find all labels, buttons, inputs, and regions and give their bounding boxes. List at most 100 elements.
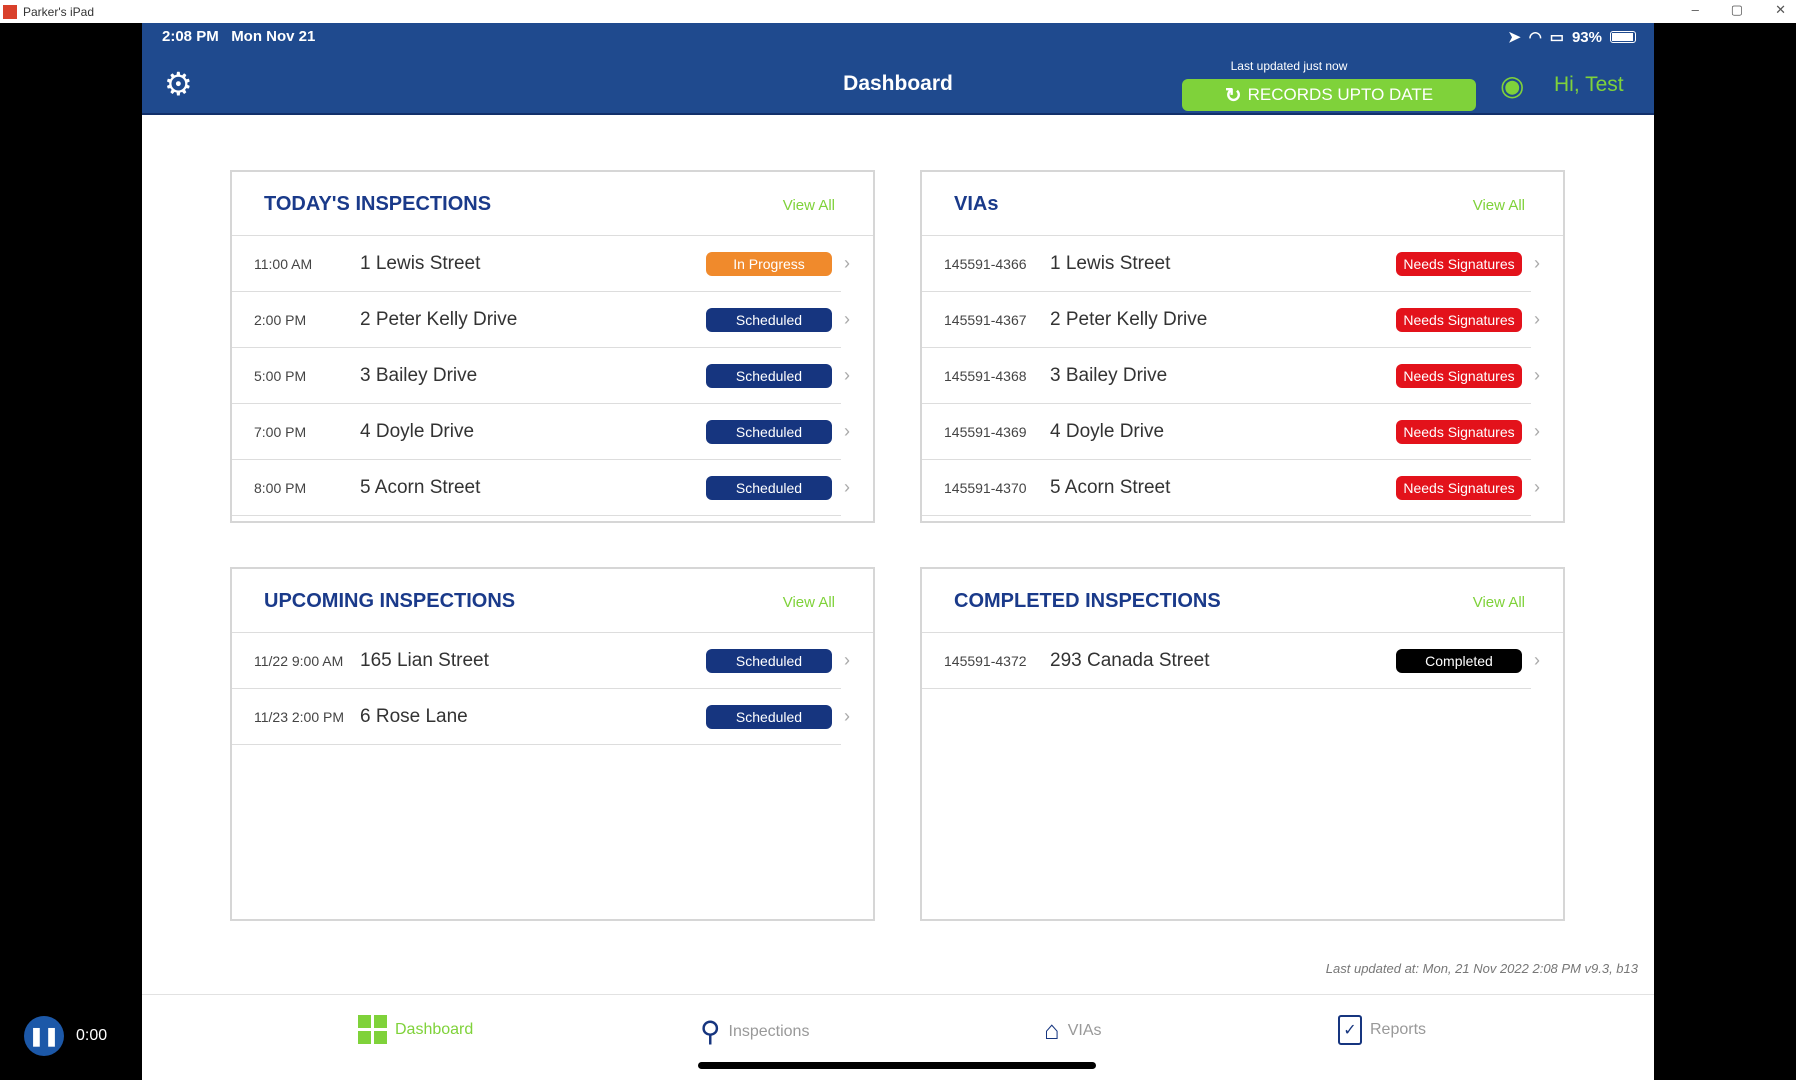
- list-item[interactable]: 145591-4370 5 Acorn Street Needs Signatu…: [922, 460, 1540, 516]
- tab-label: Inspections: [728, 1022, 810, 1040]
- status-badge: Needs Signatures: [1396, 475, 1522, 500]
- user-greeting[interactable]: Hi, Test: [1554, 73, 1624, 97]
- status-badge: Scheduled: [706, 363, 832, 388]
- window-titlebar: Parker's iPad – ▢ ✕: [0, 0, 1796, 23]
- records-sync-label: RECORDS UPTO DATE: [1247, 85, 1434, 104]
- list-item[interactable]: 145591-4367 2 Peter Kelly Drive Needs Si…: [922, 292, 1540, 348]
- app-icon: [3, 4, 17, 19]
- window-title: Parker's iPad: [23, 4, 94, 19]
- status-badge: Needs Signatures: [1396, 307, 1522, 332]
- tab-label: VIAs: [1067, 1021, 1102, 1039]
- tab-vias[interactable]: ⌂ VIAs: [1044, 1015, 1102, 1046]
- record-id: 145591-4372: [944, 652, 1027, 669]
- card-title: TODAY'S INSPECTIONS: [264, 193, 492, 215]
- chevron-right-icon: ›: [844, 477, 850, 497]
- inspection-time: 11/22 9:00 AM: [254, 652, 344, 669]
- playback-time: 0:00: [76, 1027, 108, 1044]
- chevron-right-icon: ›: [844, 309, 850, 329]
- last-updated-footer: Last updated at: Mon, 21 Nov 2022 2:08 P…: [1325, 961, 1638, 976]
- inspection-time: 5:00 PM: [254, 367, 307, 384]
- card-header: TODAY'S INSPECTIONS View All: [232, 172, 873, 236]
- address: 1 Lewis Street: [1050, 252, 1171, 274]
- refresh-icon: ↻: [1224, 84, 1242, 107]
- chevron-right-icon: ›: [1534, 477, 1540, 497]
- tab-dashboard[interactable]: Dashboard: [358, 1015, 473, 1044]
- checklist-icon: ✓: [1338, 1015, 1362, 1045]
- address: 5 Acorn Street: [1050, 476, 1171, 498]
- app-header: 2:08 PM Mon Nov 21 ➤ ◠ ▭ 93% ⚙ Dashboard…: [142, 23, 1654, 115]
- status-badge: Needs Signatures: [1396, 251, 1522, 276]
- vias-card: VIAs View All 145591-4366 1 Lewis Street …: [920, 170, 1565, 523]
- todays-inspections-card: TODAY'S INSPECTIONS View All 11:00 AM 1 L…: [230, 170, 875, 523]
- inspection-time: 11:00 AM: [254, 255, 313, 272]
- status-badge: Scheduled: [706, 419, 832, 444]
- address: 165 Lian Street: [360, 649, 489, 671]
- record-id: 145591-4370: [944, 479, 1027, 496]
- record-id: 145591-4367: [944, 311, 1027, 328]
- address: 5 Acorn Street: [360, 476, 481, 498]
- chevron-right-icon: ›: [1534, 309, 1540, 329]
- chevron-right-icon: ›: [1534, 421, 1540, 441]
- ipad-screen: 2:08 PM Mon Nov 21 ➤ ◠ ▭ 93% ⚙ Dashboard…: [142, 23, 1654, 1080]
- view-all-link[interactable]: View All: [783, 197, 835, 214]
- status-badge: Scheduled: [706, 648, 832, 673]
- view-all-link[interactable]: View All: [1473, 197, 1525, 214]
- upcoming-inspections-card: UPCOMING INSPECTIONS View All 11/22 9:00 …: [230, 567, 875, 921]
- tab-label: Dashboard: [395, 1020, 474, 1038]
- chevron-right-icon: ›: [844, 365, 850, 385]
- list-item[interactable]: 145591-4369 4 Doyle Drive Needs Signatur…: [922, 404, 1540, 460]
- address: 2 Peter Kelly Drive: [360, 308, 518, 330]
- completed-inspections-card: COMPLETED INSPECTIONS View All 145591-437…: [920, 567, 1565, 921]
- status-badge: Scheduled: [706, 704, 832, 729]
- tab-reports[interactable]: ✓ Reports: [1338, 1015, 1426, 1045]
- chevron-right-icon: ›: [844, 706, 850, 726]
- record-id: 145591-4366: [944, 255, 1027, 272]
- records-sync-button[interactable]: ↻ RECORDS UPTO DATE: [1182, 79, 1476, 111]
- minimize-button[interactable]: –: [1692, 2, 1699, 18]
- house-award-icon: ⌂: [1044, 1015, 1060, 1045]
- address: 3 Bailey Drive: [1050, 364, 1168, 386]
- status-badge: Scheduled: [706, 307, 832, 332]
- chevron-right-icon: ›: [1534, 253, 1540, 273]
- inspection-time: 7:00 PM: [254, 423, 307, 440]
- record-id: 145591-4368: [944, 367, 1027, 384]
- view-all-link[interactable]: View All: [1473, 594, 1525, 611]
- card-header: UPCOMING INSPECTIONS View All: [232, 569, 873, 633]
- list-item[interactable]: 5:00 PM 3 Bailey Drive Scheduled ›: [232, 348, 850, 404]
- grid-icon: [358, 1015, 387, 1044]
- address: 2 Peter Kelly Drive: [1050, 308, 1208, 330]
- card-title: VIAs: [954, 193, 999, 215]
- tab-label: Reports: [1370, 1021, 1427, 1038]
- chevron-right-icon: ›: [1534, 650, 1540, 670]
- close-button[interactable]: ✕: [1775, 2, 1786, 18]
- card-title: UPCOMING INSPECTIONS: [264, 590, 516, 612]
- record-id: 145591-4369: [944, 423, 1027, 440]
- restore-button[interactable]: ▢: [1731, 2, 1743, 18]
- chevron-right-icon: ›: [844, 650, 850, 670]
- battery-icon: [1610, 31, 1636, 43]
- battery-percent: 93%: [1571, 28, 1602, 46]
- location-icon: ➤: [1508, 29, 1521, 46]
- card-title: COMPLETED INSPECTIONS: [954, 590, 1221, 612]
- list-item[interactable]: 2:00 PM 2 Peter Kelly Drive Scheduled ›: [232, 292, 850, 348]
- screen-mirror-icon: ▭: [1549, 29, 1564, 46]
- list-item[interactable]: 11:00 AM 1 Lewis Street In Progress ›: [232, 236, 850, 292]
- list-item[interactable]: 145591-4372 293 Canada Street Completed …: [922, 633, 1540, 689]
- chevron-right-icon: ›: [844, 253, 850, 273]
- list-item[interactable]: 7:00 PM 4 Doyle Drive Scheduled ›: [232, 404, 850, 460]
- card-header: VIAs View All: [922, 172, 1563, 236]
- address: 293 Canada Street: [1050, 649, 1210, 671]
- list-item[interactable]: 145591-4368 3 Bailey Drive Needs Signatu…: [922, 348, 1540, 404]
- pause-button[interactable]: ❚❚: [24, 1016, 64, 1056]
- list-item[interactable]: 145591-4366 1 Lewis Street Needs Signatu…: [922, 236, 1540, 292]
- list-item[interactable]: 11/23 2:00 PM 6 Rose Lane Scheduled ›: [232, 689, 850, 745]
- status-badge: Completed: [1396, 648, 1522, 673]
- chevron-right-icon: ›: [844, 421, 850, 441]
- status-badge: In Progress: [706, 251, 832, 276]
- list-item[interactable]: 8:00 PM 5 Acorn Street Scheduled ›: [232, 460, 850, 516]
- view-all-link[interactable]: View All: [783, 594, 835, 611]
- list-item[interactable]: 11/22 9:00 AM 165 Lian Street Scheduled …: [232, 633, 850, 689]
- status-time: 2:08 PM Mon Nov 21: [162, 28, 316, 45]
- tab-inspections[interactable]: ⚲ Inspections: [700, 1015, 809, 1048]
- inspector-icon: ⚲: [700, 1016, 721, 1047]
